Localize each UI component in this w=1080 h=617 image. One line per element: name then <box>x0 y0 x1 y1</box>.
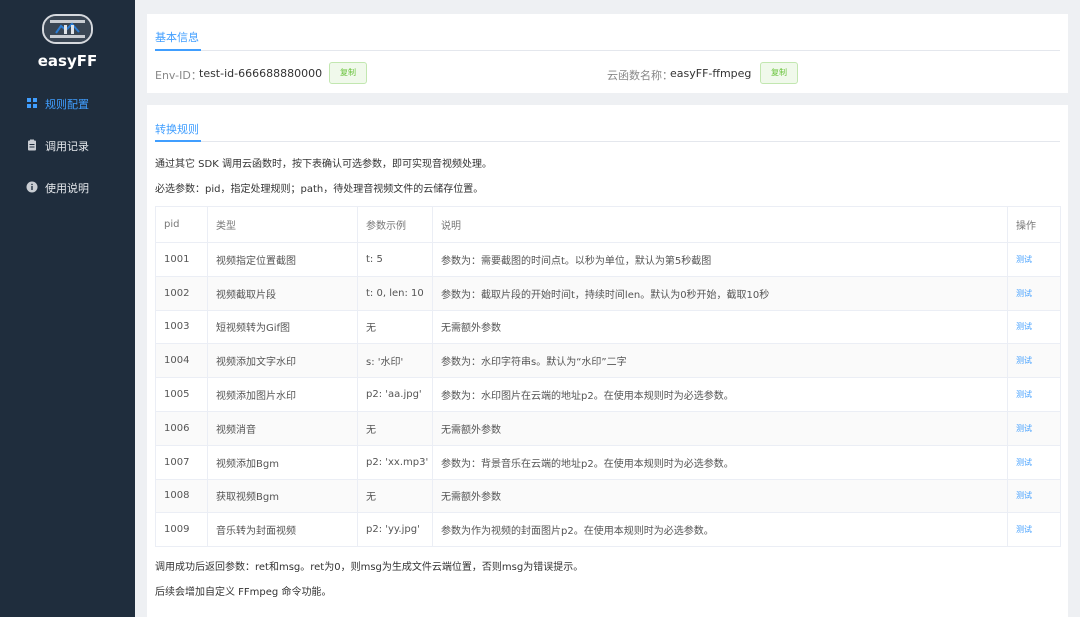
cell-example: s: '水印' <box>357 343 433 379</box>
column-header-pid: pid <box>155 206 208 243</box>
cell-type: 视频消音 <box>207 410 358 446</box>
sidebar-item-guide[interactable]: 使用说明 <box>0 167 135 207</box>
basic-info-card: 基本信息 Env-ID： test-id-666688880000 复制 云函数… <box>147 14 1068 93</box>
sidebar-item-label: 规则配置 <box>45 98 89 111</box>
cell-pid: 1004 <box>155 343 208 379</box>
future-feature-note: 后续会增加自定义 FFmpeg 命令功能。 <box>155 587 332 598</box>
rules-intro: 通过其它 SDK 调用云函数时，按下表确认可选参数，即可实现音视频处理。 <box>155 159 492 170</box>
logo-icon <box>42 14 93 44</box>
sidebar-item-records[interactable]: 调用记录 <box>0 125 135 165</box>
cell-type: 视频指定位置截图 <box>207 242 358 277</box>
table-header-row: pid 类型 参数示例 说明 操作 <box>155 206 1061 243</box>
cell-type: 音乐转为封面视频 <box>207 512 358 548</box>
section-divider <box>155 140 1060 142</box>
function-name-label: 云函数名称： <box>607 69 673 82</box>
cell-pid: 1006 <box>155 410 208 446</box>
test-link[interactable]: 测试 <box>1016 491 1032 500</box>
cell-description: 参数为：水印图片在云端的地址p2。在使用本规则时为必选参数。 <box>432 377 1008 412</box>
section-title-basic: 基本信息 <box>155 31 199 44</box>
cell-pid: 1005 <box>155 377 208 412</box>
cell-action: 测试 <box>1007 275 1061 311</box>
copy-env-id-button[interactable]: 复制 <box>329 62 367 84</box>
clipboard-icon <box>28 139 36 151</box>
table-row: 1007 视频添加Bgm p2: 'xx.mp3' 参数为：背景音乐在云端的地址… <box>155 444 1061 480</box>
test-link[interactable]: 测试 <box>1016 289 1032 298</box>
cell-type: 视频添加文字水印 <box>207 343 358 379</box>
cell-pid: 1007 <box>155 444 208 480</box>
sidebar-item-label: 使用说明 <box>45 182 89 195</box>
table-row: 1005 视频添加图片水印 p2: 'aa.jpg' 参数为：水印图片在云端的地… <box>155 377 1061 412</box>
test-link[interactable]: 测试 <box>1016 525 1032 534</box>
cell-example: 无 <box>357 478 433 514</box>
sidebar: easyFF 规则配置 调用记录 使用说明 <box>0 0 135 617</box>
cell-type: 视频截取片段 <box>207 275 358 311</box>
cell-example: 无 <box>357 309 433 345</box>
cell-example: t: 0, len: 10 <box>357 275 433 311</box>
cell-example: t: 5 <box>357 242 433 277</box>
cell-action: 测试 <box>1007 512 1061 548</box>
copy-function-name-button[interactable]: 复制 <box>760 62 798 84</box>
cell-description: 无需额外参数 <box>432 478 1008 514</box>
cell-example: p2: 'yy.jpg' <box>357 512 433 548</box>
cell-example: p2: 'xx.mp3' <box>357 444 433 480</box>
cell-action: 测试 <box>1007 309 1061 345</box>
test-link[interactable]: 测试 <box>1016 255 1032 264</box>
cell-action: 测试 <box>1007 444 1061 480</box>
info-icon <box>26 181 38 193</box>
table-row: 1004 视频添加文字水印 s: '水印' 参数为：水印字符串s。默认为“水印”… <box>155 343 1061 379</box>
test-link[interactable]: 测试 <box>1016 390 1032 399</box>
cell-type: 获取视频Bgm <box>207 478 358 514</box>
test-link[interactable]: 测试 <box>1016 356 1032 365</box>
cell-description: 参数为作为视频的封面图片p2。在使用本规则时为必选参数。 <box>432 512 1008 548</box>
required-params: 必选参数：pid，指定处理规则；path，待处理音视频文件的云储存位置。 <box>155 184 484 195</box>
cell-type: 短视频转为Gif图 <box>207 309 358 345</box>
column-header-action: 操作 <box>1007 206 1061 243</box>
column-header-example: 参数示例 <box>357 206 433 243</box>
cell-description: 参数为：截取片段的开始时间t，持续时间len。默认为0秒开始，截取10秒 <box>432 275 1008 311</box>
table-row: 1006 视频消音 无 无需额外参数 测试 <box>155 410 1061 446</box>
table-row: 1003 短视频转为Gif图 无 无需额外参数 测试 <box>155 309 1061 345</box>
rules-table: pid 类型 参数示例 说明 操作 1001 视频指定位置截图 t: 5 参数为… <box>155 206 1061 548</box>
cell-example: 无 <box>357 410 433 446</box>
cell-description: 无需额外参数 <box>432 309 1008 345</box>
sidebar-item-label: 调用记录 <box>45 140 89 153</box>
cell-action: 测试 <box>1007 242 1061 277</box>
test-link[interactable]: 测试 <box>1016 458 1032 467</box>
table-row: 1001 视频指定位置截图 t: 5 参数为：需要截图的时间点t。以秒为单位，默… <box>155 242 1061 277</box>
return-params-note: 调用成功后返回参数：ret和msg。ret为0，则msg为生成文件云端位置，否则… <box>155 562 584 573</box>
sidebar-item-rules[interactable]: 规则配置 <box>0 83 135 123</box>
env-id-value: test-id-666688880000 <box>199 67 323 80</box>
env-id-label: Env-ID： <box>155 69 202 82</box>
grid-icon <box>27 98 37 108</box>
brand-name: easyFF <box>37 52 98 70</box>
cell-pid: 1003 <box>155 309 208 345</box>
test-link[interactable]: 测试 <box>1016 424 1032 433</box>
test-link[interactable]: 测试 <box>1016 322 1032 331</box>
table-row: 1008 获取视频Bgm 无 无需额外参数 测试 <box>155 478 1061 514</box>
section-divider <box>155 49 1060 51</box>
table-row: 1002 视频截取片段 t: 0, len: 10 参数为：截取片段的开始时间t… <box>155 275 1061 311</box>
cell-action: 测试 <box>1007 377 1061 412</box>
cell-action: 测试 <box>1007 410 1061 446</box>
section-title-rules: 转换规则 <box>155 123 199 136</box>
cell-description: 参数为：需要截图的时间点t。以秒为单位，默认为第5秒截图 <box>432 242 1008 277</box>
cell-description: 参数为：水印字符串s。默认为“水印”二字 <box>432 343 1008 379</box>
cell-example: p2: 'aa.jpg' <box>357 377 433 412</box>
cell-type: 视频添加Bgm <box>207 444 358 480</box>
table-row: 1009 音乐转为封面视频 p2: 'yy.jpg' 参数为作为视频的封面图片p… <box>155 512 1061 548</box>
cell-description: 参数为：背景音乐在云端的地址p2。在使用本规则时为必选参数。 <box>432 444 1008 480</box>
cell-type: 视频添加图片水印 <box>207 377 358 412</box>
rules-card: 转换规则 通过其它 SDK 调用云函数时，按下表确认可选参数，即可实现音视频处理… <box>147 105 1068 617</box>
cell-action: 测试 <box>1007 343 1061 379</box>
column-header-type: 类型 <box>207 206 358 243</box>
cell-action: 测试 <box>1007 478 1061 514</box>
column-header-description: 说明 <box>432 206 1008 243</box>
cell-description: 无需额外参数 <box>432 410 1008 446</box>
function-name-value: easyFF-ffmpeg <box>670 67 752 80</box>
cell-pid: 1009 <box>155 512 208 548</box>
cell-pid: 1001 <box>155 242 208 277</box>
cell-pid: 1002 <box>155 275 208 311</box>
cell-pid: 1008 <box>155 478 208 514</box>
